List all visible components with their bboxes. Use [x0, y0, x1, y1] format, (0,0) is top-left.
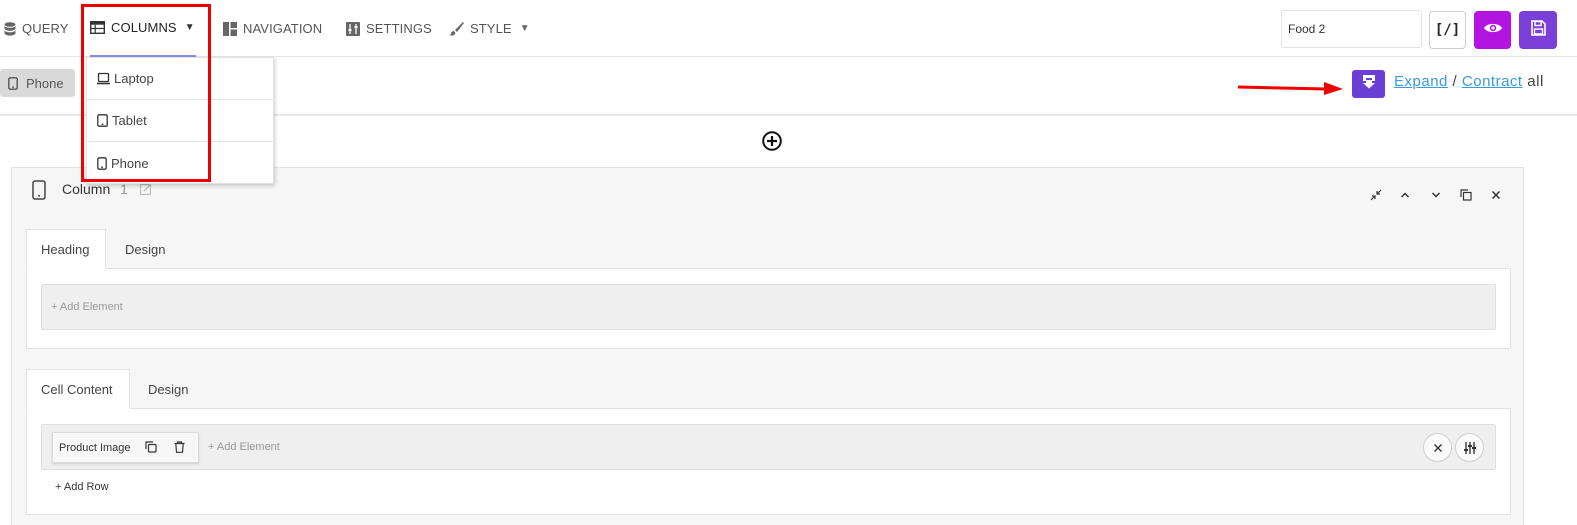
tablet-icon — [97, 114, 108, 127]
copy-icon[interactable] — [145, 441, 157, 456]
layout-icon — [223, 21, 237, 36]
menu-item-phone[interactable]: Phone — [87, 142, 275, 184]
chevron-down-icon: ▼ — [184, 22, 195, 33]
expand-all-button[interactable] — [1352, 70, 1385, 98]
contract-link[interactable]: Contract — [1462, 73, 1523, 90]
cell-add-element[interactable]: + Add Element — [208, 441, 280, 453]
cell-tabset: Cell Content Design Product Image + Add … — [26, 369, 1511, 515]
brush-icon — [449, 21, 464, 36]
tab-settings-label: SETTINGS — [366, 21, 432, 36]
tab-query-label: QUERY — [22, 21, 69, 36]
heading-add-element[interactable]: + Add Element — [51, 301, 123, 313]
collapse-icon[interactable] — [1368, 187, 1384, 203]
column-panel: Column 1 Heading Design + Add Element Ce… — [11, 167, 1524, 525]
chevron-up-icon[interactable] — [1397, 187, 1413, 203]
code-button[interactable]: [/] — [1429, 11, 1466, 49]
sliders-icon — [1463, 441, 1476, 454]
tab-columns-label: COLUMNS — [111, 20, 177, 35]
menu-item-tablet-label: Tablet — [112, 113, 147, 128]
heading-dropzone: + Add Element — [41, 284, 1496, 330]
plus-circle-icon — [762, 131, 782, 151]
tab-heading-design[interactable]: Design — [111, 229, 179, 269]
cell-body: Product Image + Add Element + Add Row — [26, 408, 1511, 515]
search-input[interactable]: Food 2 — [1281, 10, 1422, 48]
link-separator: / — [1452, 73, 1458, 90]
tab-cell-design[interactable]: Design — [134, 369, 202, 409]
device-selector-label: Phone — [26, 75, 64, 91]
laptop-icon — [97, 72, 110, 85]
edit-icon[interactable] — [140, 182, 152, 200]
all-label: all — [1527, 73, 1544, 90]
tab-navigation-label: NAVIGATION — [243, 21, 323, 36]
cell-settings-button[interactable] — [1455, 433, 1484, 462]
cell-dropzone: Product Image + Add Element — [41, 424, 1496, 470]
phone-icon — [8, 76, 18, 90]
phone-icon — [97, 156, 107, 170]
eye-icon — [1483, 21, 1502, 39]
tab-style-label: STYLE — [470, 21, 512, 36]
chevron-down-icon[interactable] — [1428, 187, 1444, 203]
chevron-down-icon: ▼ — [519, 23, 530, 34]
search-input-value: Food 2 — [1288, 22, 1326, 36]
element-chip[interactable]: Product Image — [52, 432, 199, 463]
arrow-down-box-icon — [1362, 74, 1376, 94]
columns-dropdown-menu: Laptop Tablet Phone — [86, 57, 275, 184]
preview-button[interactable] — [1474, 11, 1511, 49]
tab-cell-content-label: Cell Content — [41, 381, 113, 397]
close-icon — [1433, 443, 1442, 452]
phone-icon — [32, 180, 46, 205]
expand-link[interactable]: Expand — [1394, 73, 1448, 90]
code-button-label: [/] — [1434, 22, 1461, 38]
tab-style[interactable]: STYLE ▼ — [449, 0, 530, 57]
sliders-icon — [346, 21, 360, 36]
save-button[interactable] — [1519, 11, 1557, 49]
duplicate-icon[interactable] — [1458, 187, 1474, 203]
menu-item-tablet[interactable]: Tablet — [87, 100, 275, 142]
menu-item-laptop-label: Laptop — [114, 71, 154, 86]
tab-heading[interactable]: Heading — [26, 229, 106, 269]
tab-query[interactable]: QUERY — [4, 0, 69, 57]
menu-item-phone-label: Phone — [111, 155, 149, 171]
add-row-link[interactable]: + Add Row — [55, 481, 109, 493]
annotation-arrow-icon — [1238, 82, 1343, 95]
floppy-icon — [1530, 19, 1546, 41]
table-icon — [90, 21, 105, 34]
expand-contract-links: Expand / Contract all — [1394, 73, 1544, 90]
tab-heading-design-label: Design — [125, 241, 166, 257]
cell-tabbar: Cell Content Design — [26, 369, 1511, 409]
tab-settings[interactable]: SETTINGS — [346, 0, 432, 57]
tab-cell-design-label: Design — [148, 381, 189, 397]
database-icon — [4, 21, 16, 36]
heading-tabbar: Heading Design — [26, 229, 1511, 269]
tab-navigation[interactable]: NAVIGATION — [223, 0, 322, 57]
close-icon[interactable] — [1488, 187, 1504, 203]
menu-item-laptop[interactable]: Laptop — [87, 58, 275, 100]
device-selector[interactable]: Phone — [0, 69, 75, 97]
tab-columns[interactable]: COLUMNS ▼ — [90, 0, 196, 57]
top-toolbar: QUERY COLUMNS ▼ NAVIGATION SETTINGS STYL… — [0, 0, 1577, 57]
add-column-button[interactable] — [762, 131, 782, 151]
heading-body: + Add Element — [26, 268, 1511, 349]
tab-cell-content[interactable]: Cell Content — [26, 369, 130, 409]
trash-icon[interactable] — [174, 441, 185, 456]
heading-tabset: Heading Design + Add Element — [26, 229, 1511, 349]
tab-heading-label: Heading — [41, 241, 90, 257]
element-chip-label: Product Image — [59, 441, 131, 454]
clear-button[interactable] — [1423, 433, 1452, 462]
